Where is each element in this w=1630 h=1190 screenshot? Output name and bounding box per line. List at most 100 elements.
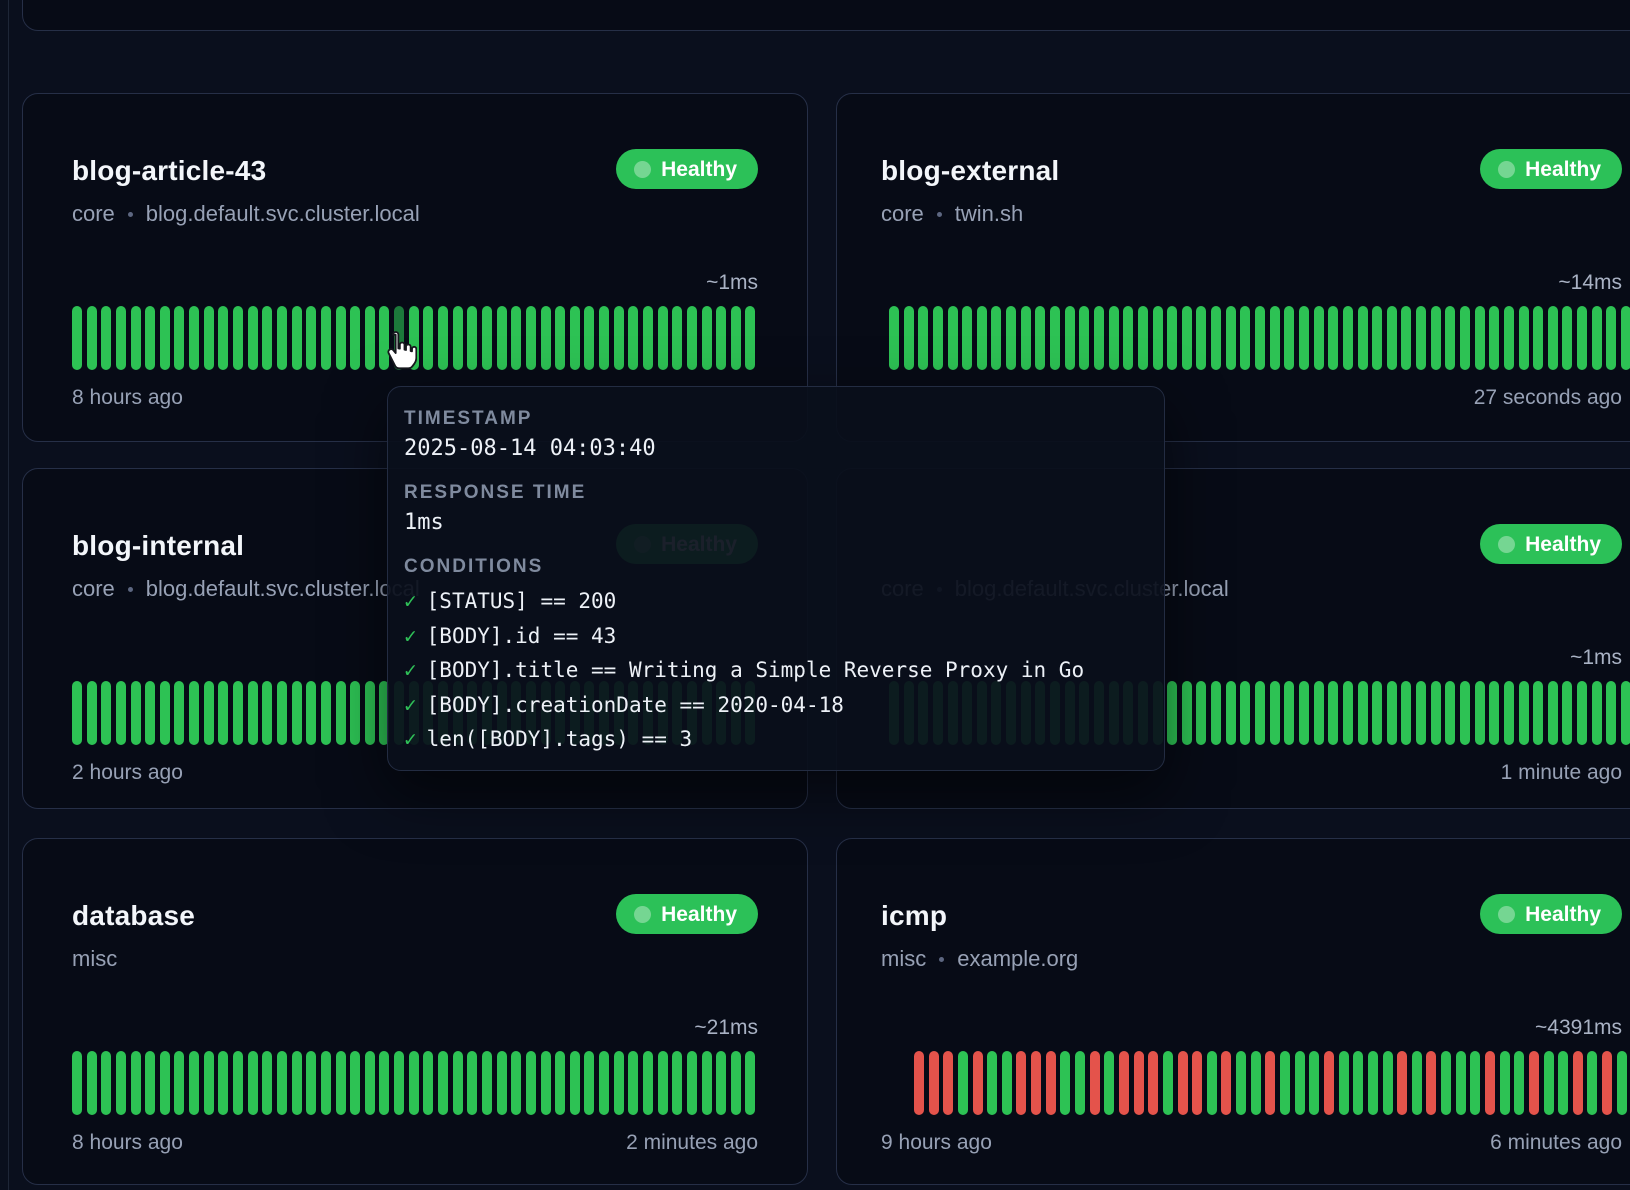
uptime-bar[interactable] xyxy=(1401,306,1411,370)
uptime-bar[interactable] xyxy=(189,306,199,370)
uptime-bar[interactable] xyxy=(1533,681,1543,745)
uptime-bar[interactable] xyxy=(1460,306,1470,370)
uptime-bar[interactable] xyxy=(943,1051,953,1115)
uptime-bar[interactable] xyxy=(1255,681,1265,745)
uptime-bar[interactable] xyxy=(526,306,536,370)
uptime-bar[interactable] xyxy=(1104,1051,1114,1115)
uptime-bar[interactable] xyxy=(482,306,492,370)
uptime-bar[interactable] xyxy=(1328,306,1338,370)
uptime-bar[interactable] xyxy=(1211,681,1221,745)
uptime-bar[interactable] xyxy=(1353,1051,1363,1115)
uptime-bar[interactable] xyxy=(745,306,755,370)
uptime-bar[interactable] xyxy=(1226,681,1236,745)
uptime-bar[interactable] xyxy=(643,1051,653,1115)
uptime-bar[interactable] xyxy=(336,306,346,370)
uptime-bar[interactable] xyxy=(1016,1051,1026,1115)
uptime-bar[interactable] xyxy=(570,1051,580,1115)
uptime-bar[interactable] xyxy=(72,681,82,745)
uptime-bar[interactable] xyxy=(702,1051,712,1115)
uptime-bar[interactable] xyxy=(614,306,624,370)
uptime-bar[interactable] xyxy=(1221,1051,1231,1115)
uptime-bar[interactable] xyxy=(914,1051,924,1115)
uptime-bar[interactable] xyxy=(438,1051,448,1115)
uptime-bar[interactable] xyxy=(497,306,507,370)
uptime-bar[interactable] xyxy=(1489,681,1499,745)
uptime-bar[interactable] xyxy=(1544,1051,1554,1115)
uptime-bar[interactable] xyxy=(904,306,914,370)
uptime-bar[interactable] xyxy=(1621,306,1630,370)
uptime-bar[interactable] xyxy=(482,1051,492,1115)
uptime-bar[interactable] xyxy=(1094,306,1104,370)
uptime-bar[interactable] xyxy=(1475,681,1485,745)
uptime-bar[interactable] xyxy=(350,1051,360,1115)
uptime-bar[interactable] xyxy=(1431,681,1441,745)
uptime-bar[interactable] xyxy=(277,1051,287,1115)
uptime-bar[interactable] xyxy=(1548,306,1558,370)
uptime-bar[interactable] xyxy=(145,681,155,745)
uptime-bar[interactable] xyxy=(1562,681,1572,745)
uptime-bar[interactable] xyxy=(145,306,155,370)
uptime-bar[interactable] xyxy=(1299,306,1309,370)
uptime-bar[interactable] xyxy=(948,306,958,370)
uptime-bar[interactable] xyxy=(526,1051,536,1115)
uptime-bar[interactable] xyxy=(1163,1051,1173,1115)
uptime-bar[interactable] xyxy=(1562,306,1572,370)
uptime-bar[interactable] xyxy=(1548,681,1558,745)
uptime-bar[interactable] xyxy=(511,306,521,370)
uptime-bar[interactable] xyxy=(306,681,316,745)
uptime-bar[interactable] xyxy=(101,1051,111,1115)
uptime-bar[interactable] xyxy=(973,1051,983,1115)
uptime-bar[interactable] xyxy=(1441,1051,1451,1115)
uptime-bar[interactable] xyxy=(365,681,375,745)
uptime-bar[interactable] xyxy=(218,681,228,745)
uptime-bar[interactable] xyxy=(1119,1051,1129,1115)
uptime-bar[interactable] xyxy=(1328,681,1338,745)
uptime-bar[interactable] xyxy=(1475,306,1485,370)
uptime-bar[interactable] xyxy=(336,681,346,745)
uptime-bar[interactable] xyxy=(204,1051,214,1115)
uptime-bar[interactable] xyxy=(1412,1051,1422,1115)
uptime-bar[interactable] xyxy=(204,681,214,745)
uptime-bar[interactable] xyxy=(1445,681,1455,745)
uptime-bar[interactable] xyxy=(716,1051,726,1115)
uptime-bar[interactable] xyxy=(1519,306,1529,370)
uptime-bar[interactable] xyxy=(1060,1051,1070,1115)
uptime-bar[interactable] xyxy=(1251,1051,1261,1115)
uptime-bar[interactable] xyxy=(672,306,682,370)
uptime-bar[interactable] xyxy=(174,1051,184,1115)
uptime-bar[interactable] xyxy=(1314,681,1324,745)
uptime-bar[interactable] xyxy=(1138,306,1148,370)
uptime-bar[interactable] xyxy=(1372,306,1382,370)
uptime-bar[interactable] xyxy=(1079,306,1089,370)
uptime-bar[interactable] xyxy=(1031,1051,1041,1115)
uptime-bar[interactable] xyxy=(101,306,111,370)
uptime-bar[interactable] xyxy=(292,681,302,745)
uptime-bar[interactable] xyxy=(131,1051,141,1115)
uptime-bar[interactable] xyxy=(584,1051,594,1115)
uptime-bar[interactable] xyxy=(687,306,697,370)
uptime-bar[interactable] xyxy=(350,306,360,370)
uptime-bar[interactable] xyxy=(1182,306,1192,370)
uptime-bar[interactable] xyxy=(1529,1051,1539,1115)
uptime-bar[interactable] xyxy=(1207,1051,1217,1115)
uptime-bar[interactable] xyxy=(1368,1051,1378,1115)
uptime-bar[interactable] xyxy=(658,306,668,370)
uptime-bar[interactable] xyxy=(1299,681,1309,745)
uptime-bar[interactable] xyxy=(1167,306,1177,370)
uptime-bar[interactable] xyxy=(1470,1051,1480,1115)
uptime-bar[interactable] xyxy=(511,1051,521,1115)
uptime-bar[interactable] xyxy=(1558,1051,1568,1115)
uptime-bar[interactable] xyxy=(1240,681,1250,745)
uptime-bar[interactable] xyxy=(160,306,170,370)
uptime-bar[interactable] xyxy=(87,306,97,370)
uptime-bar[interactable] xyxy=(160,681,170,745)
uptime-bar[interactable] xyxy=(1606,681,1616,745)
uptime-bar[interactable] xyxy=(321,1051,331,1115)
uptime-bar[interactable] xyxy=(218,1051,228,1115)
uptime-bar[interactable] xyxy=(1255,306,1265,370)
uptime-bar[interactable] xyxy=(1500,1051,1510,1115)
uptime-bar[interactable] xyxy=(1050,306,1060,370)
uptime-bar[interactable] xyxy=(1343,681,1353,745)
uptime-bar[interactable] xyxy=(672,1051,682,1115)
uptime-bar[interactable] xyxy=(1387,306,1397,370)
